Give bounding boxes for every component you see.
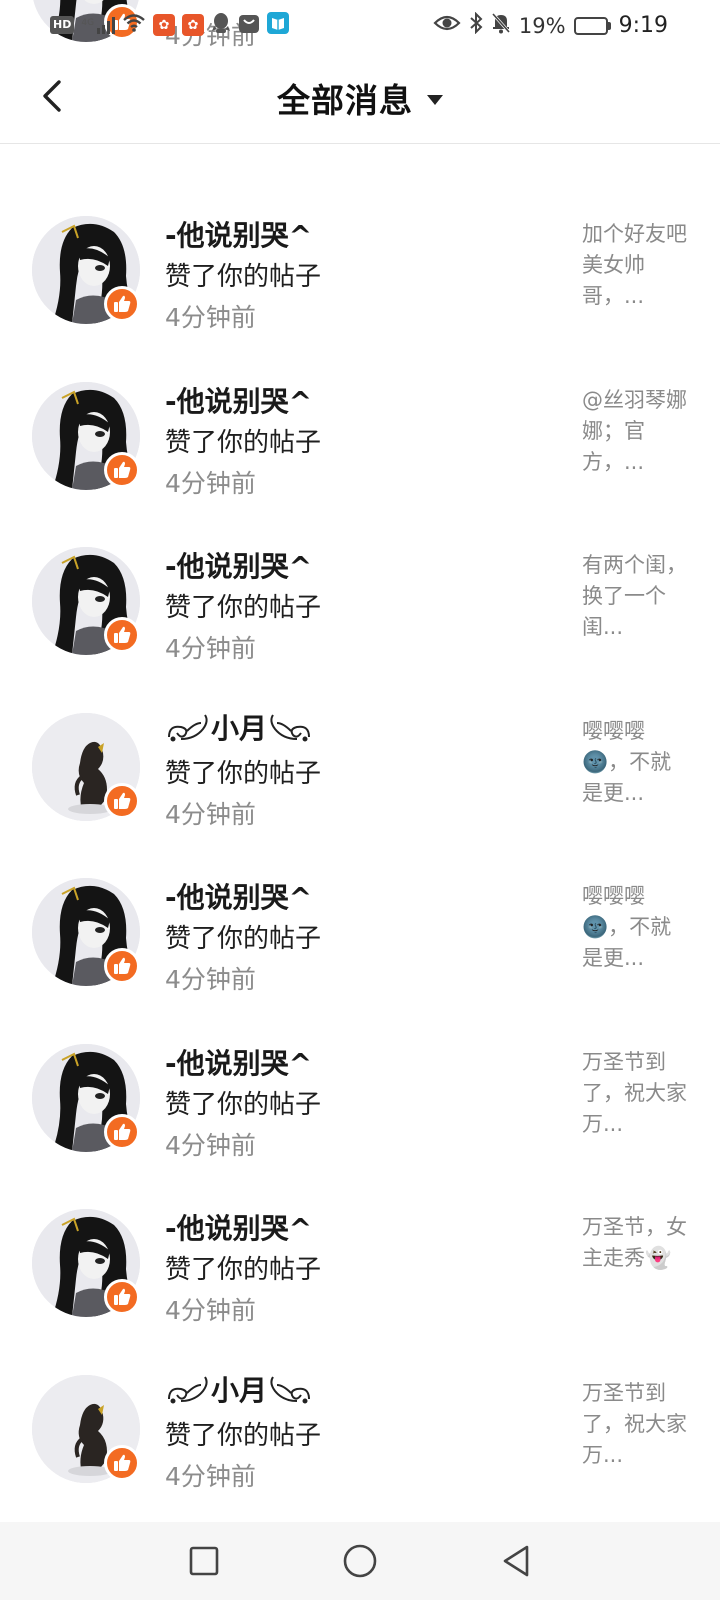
timestamp: 4分钟前 (165, 1296, 256, 1325)
timestamp: 4分钟前 (165, 468, 256, 498)
post-preview[interactable]: 有两个闺，换了一个闺... (582, 550, 688, 643)
notification-item[interactable]: -他说别哭^ 赞了你的帖子 4分钟前 有两个闺，换了一个闺... (0, 547, 720, 717)
circle-icon (343, 1544, 377, 1578)
signal-4g-icon: 4G (81, 16, 116, 34)
battery-icon (573, 16, 611, 35)
sender-name-text: 小月 (211, 711, 268, 745)
battery-percent: 19% (518, 13, 566, 38)
timestamp: 4分钟前 (165, 799, 256, 829)
app-notification-icon: ✿ (182, 14, 205, 36)
action-text: 赞了你的帖子 (165, 1089, 322, 1120)
post-preview[interactable]: 万圣节，女主走秀👻 (582, 1212, 688, 1274)
thumbs-up-icon (104, 617, 140, 653)
wifi-icon (122, 13, 146, 37)
status-left-icons: HD 4G ✿ ✿ (50, 12, 290, 38)
sender-name[interactable]: 小月 (165, 1369, 313, 1409)
notification-item[interactable]: -他说别哭^ 赞了你的帖子 4分钟前 万圣节，女主走秀👻 (0, 1209, 720, 1379)
hd-icon: HD (50, 16, 75, 34)
page-title: 全部消息 (277, 81, 413, 120)
notification-item[interactable]: -他说别哭^ 赞了你的帖子 4分钟前 @丝羽琴娜娜；官方，... (0, 380, 720, 552)
book-icon (267, 12, 290, 38)
notification-list: 4分钟前 -他说别哭^ 赞了你的帖子 4分钟前 加个好友吧美女帅哥，... -他说别哭^ 赞… (0, 0, 720, 1600)
thumbs-up-icon (104, 286, 140, 322)
name-ornament-left (165, 1371, 211, 1404)
post-preview[interactable]: 万圣节到了，祝大家万... (582, 1047, 688, 1140)
timestamp: 4分钟前 (165, 303, 256, 332)
post-preview[interactable]: 万圣节到了，祝大家万... (582, 1378, 688, 1471)
qq-icon (211, 12, 231, 38)
sender-name[interactable]: 小月 (165, 707, 313, 747)
header-bar: 全部消息 (0, 48, 720, 144)
action-text: 赞了你的帖子 (165, 924, 322, 954)
action-text: 赞了你的帖子 (165, 758, 322, 789)
thumbs-up-icon (104, 1279, 140, 1315)
post-preview[interactable]: 嘤嘤嘤🌚，不就是更... (582, 881, 688, 974)
thumbs-up-icon (104, 782, 140, 819)
notification-item[interactable]: 小月赞了你的帖子 4分钟前 嘤嘤嘤🌚，不就是更... (0, 712, 720, 883)
sender-name[interactable]: -他说别哭^ (165, 1042, 312, 1082)
action-text: 赞了你的帖子 (165, 593, 322, 623)
post-preview[interactable]: 加个好友吧美女帅哥，... (582, 219, 688, 312)
app-notification-icon: ✿ (153, 14, 176, 36)
notification-item[interactable]: 小月赞了你的帖子 4分钟前 万圣节到了，祝大家万... (0, 1374, 720, 1545)
shopping-bag-icon (238, 12, 260, 38)
message-filter-dropdown[interactable]: 全部消息 (0, 74, 720, 122)
notification-item[interactable]: -他说别哭^ 赞了你的帖子 4分钟前 加个好友吧美女帅哥，... (0, 216, 720, 386)
back-nav-button[interactable] (492, 1537, 540, 1585)
square-icon (189, 1546, 219, 1576)
timestamp: 4分钟前 (165, 1461, 256, 1491)
notification-item[interactable]: -他说别哭^ 赞了你的帖子 4分钟前 万圣节到了，祝大家万... (0, 1042, 720, 1214)
recent-apps-button[interactable] (180, 1537, 228, 1585)
post-preview[interactable]: @丝羽琴娜娜；官方，... (582, 385, 688, 478)
sender-name[interactable]: -他说别哭^ (165, 214, 312, 254)
status-right-icons: 19% 9:19 (433, 11, 668, 39)
action-text: 赞了你的帖子 (165, 1255, 322, 1285)
sender-name[interactable]: -他说别哭^ (165, 380, 312, 420)
eye-icon (433, 13, 461, 38)
thumbs-up-icon (104, 1113, 140, 1150)
caret-down-icon (427, 95, 443, 105)
post-preview[interactable]: 嘤嘤嘤🌚，不就是更... (582, 716, 688, 809)
status-bar: HD 4G ✿ ✿ 19% 9:19 (0, 0, 720, 48)
name-ornament-right (267, 1371, 313, 1404)
action-text: 赞了你的帖子 (165, 427, 322, 458)
sender-name[interactable]: -他说别哭^ (165, 545, 312, 585)
action-text: 赞了你的帖子 (165, 1420, 322, 1451)
mute-bell-icon (491, 12, 511, 39)
system-nav-bar (0, 1522, 720, 1600)
sender-name-text: 小月 (211, 1373, 268, 1407)
clock: 9:19 (618, 13, 668, 38)
home-button[interactable] (336, 1537, 384, 1585)
timestamp: 4分钟前 (165, 634, 256, 663)
thumbs-up-icon (104, 1444, 140, 1481)
thumbs-up-icon (104, 948, 140, 984)
name-ornament-right (267, 709, 313, 742)
name-ornament-left (165, 709, 211, 742)
thumbs-up-icon (104, 451, 140, 488)
timestamp: 4分钟前 (165, 965, 256, 994)
sender-name[interactable]: -他说别哭^ (165, 1207, 312, 1247)
timestamp: 4分钟前 (165, 1130, 256, 1160)
bluetooth-icon (469, 11, 483, 39)
action-text: 赞了你的帖子 (165, 262, 322, 292)
triangle-back-icon (503, 1545, 529, 1577)
sender-name[interactable]: -他说别哭^ (165, 876, 312, 916)
notification-item[interactable]: -他说别哭^ 赞了你的帖子 4分钟前 嘤嘤嘤🌚，不就是更... (0, 878, 720, 1048)
